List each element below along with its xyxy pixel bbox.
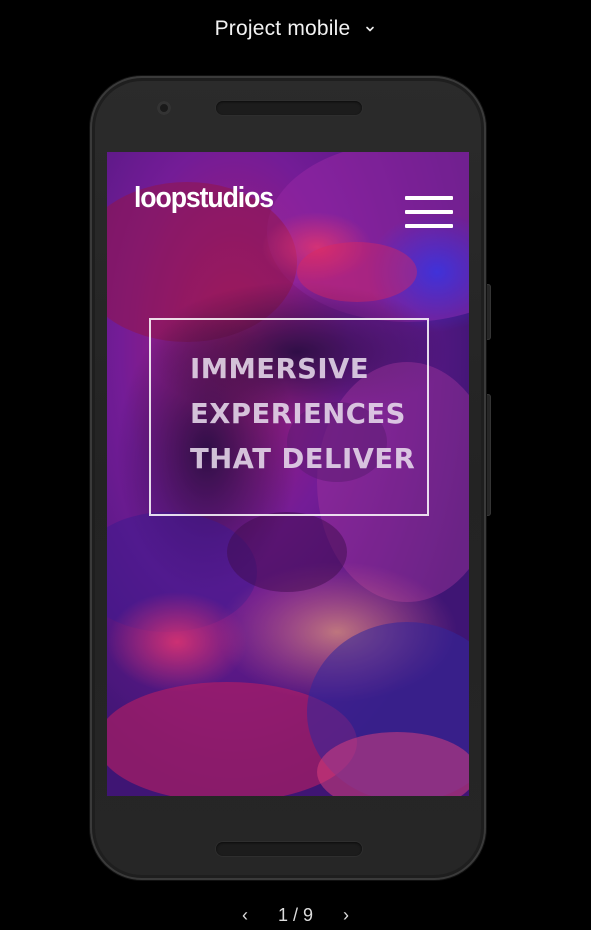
phone-screen[interactable]: loopstudios IMMERSIVE EXPERIENCES THAT D… — [107, 152, 469, 796]
chevron-down-icon[interactable] — [364, 23, 376, 35]
site-logo[interactable]: loopstudios — [134, 182, 274, 215]
page-indicator: 1 / 9 — [277, 904, 314, 925]
hero-line-3: THAT DELIVER — [190, 442, 416, 475]
chevron-right-icon[interactable]: › — [343, 905, 349, 926]
slide-pager: ‹ 1 / 9 › — [0, 900, 591, 930]
hero-line-2: EXPERIENCES — [190, 397, 406, 430]
project-title: Project mobile — [214, 17, 351, 40]
menu-bar — [405, 224, 453, 228]
hamburger-menu-icon[interactable] — [405, 196, 453, 228]
chevron-left-icon[interactable]: ‹ — [242, 905, 248, 926]
hero-headline-box: IMMERSIVE EXPERIENCES THAT DELIVER — [149, 318, 429, 516]
menu-bar — [405, 196, 453, 200]
top-speaker — [216, 101, 362, 115]
front-camera — [157, 101, 171, 115]
menu-bar — [405, 210, 453, 214]
project-selector[interactable]: Project mobile — [0, 0, 591, 58]
bottom-speaker — [216, 842, 362, 856]
hero-line-1: IMMERSIVE — [190, 352, 370, 385]
